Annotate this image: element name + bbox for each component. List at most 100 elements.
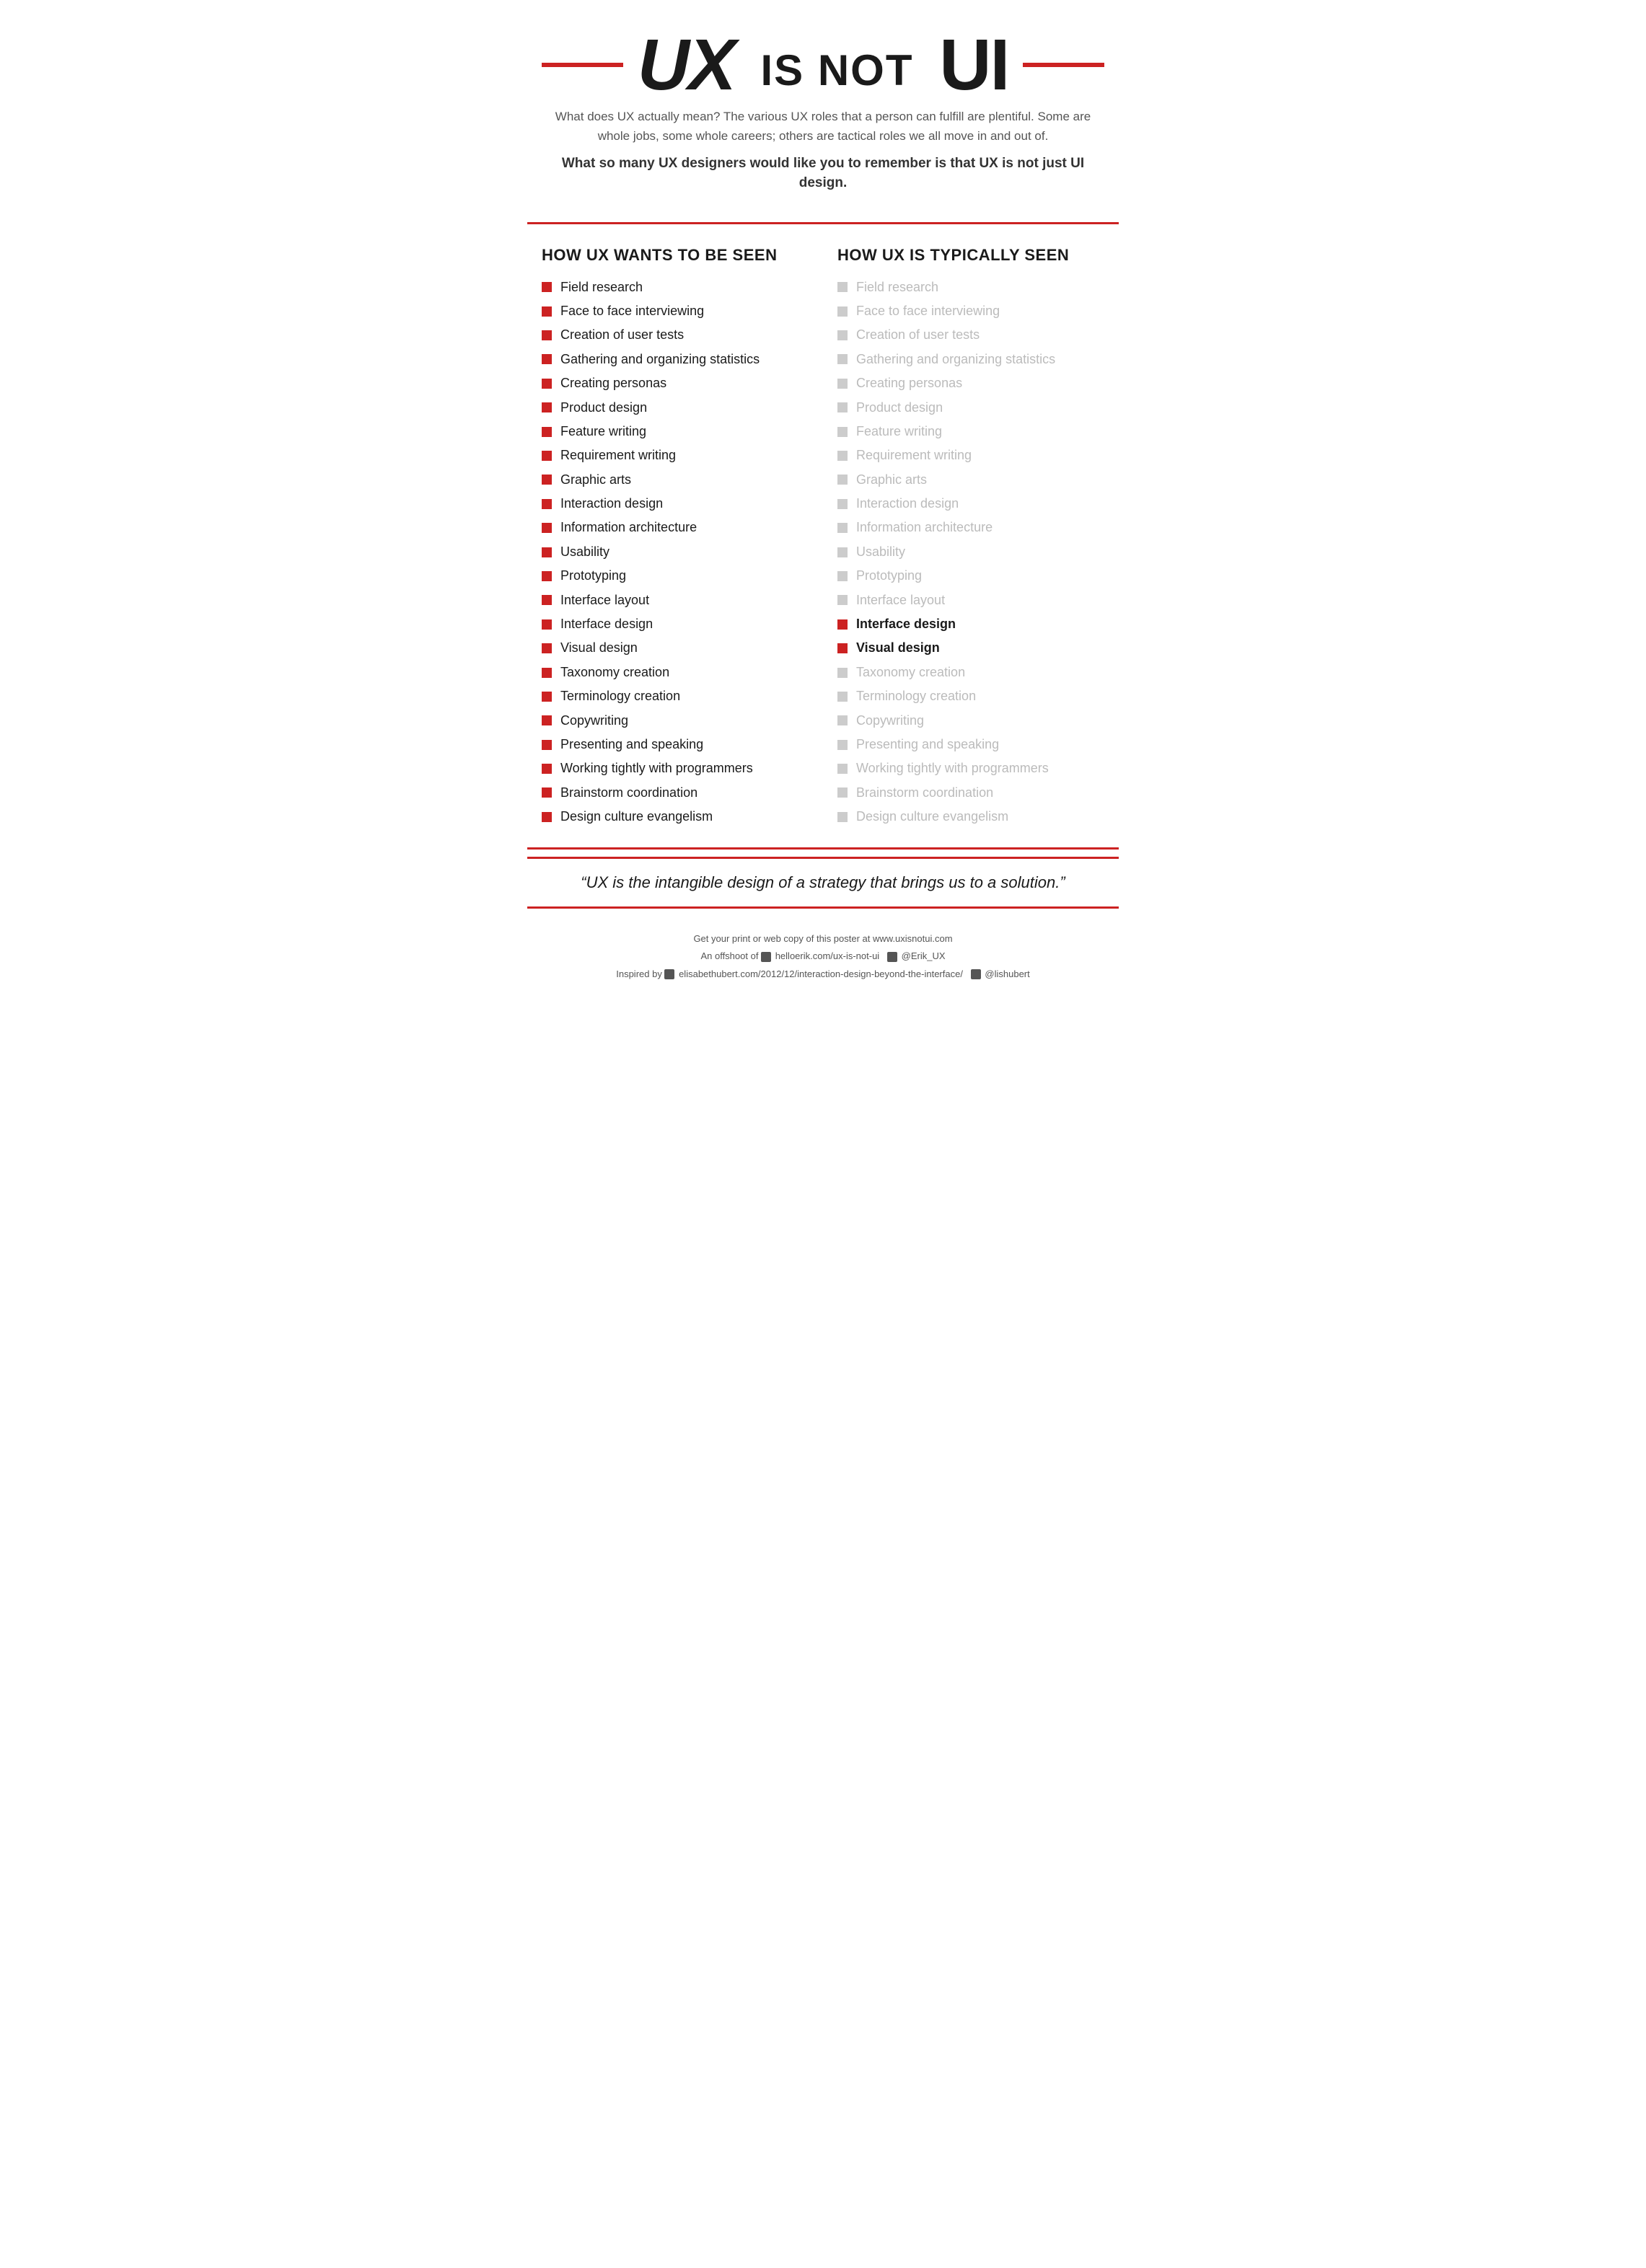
right-bullet-13 bbox=[837, 595, 848, 605]
right-list: Field research Face to face interviewing… bbox=[837, 279, 1104, 826]
left-item-text-17: Terminology creation bbox=[560, 688, 680, 705]
footer-elisabet-icon bbox=[664, 969, 674, 979]
right-list-item: Field research bbox=[837, 279, 1104, 296]
right-bullet-18 bbox=[837, 715, 848, 725]
right-bullet-21 bbox=[837, 787, 848, 798]
quote-section: “UX is the intangible design of a strate… bbox=[527, 857, 1119, 909]
right-item-text-13: Interface layout bbox=[856, 592, 945, 609]
footer-helloerik-icon bbox=[761, 952, 771, 962]
title-ui: UI bbox=[939, 25, 1008, 105]
footer-line3: Inspired by elisabethubert.com/2012/12/i… bbox=[527, 966, 1119, 984]
right-list-item: Taxonomy creation bbox=[837, 664, 1104, 681]
bullet-red-4 bbox=[542, 379, 552, 389]
right-bullet-6 bbox=[837, 427, 848, 437]
right-item-text-3: Gathering and organizing statistics bbox=[856, 351, 1055, 368]
left-column: HOW UX WANTS TO BE SEEN Field research F… bbox=[527, 246, 823, 833]
bullet-red-13 bbox=[542, 595, 552, 605]
right-list-item: Creating personas bbox=[837, 375, 1104, 392]
right-list-item: Feature writing bbox=[837, 423, 1104, 440]
right-bullet-4 bbox=[837, 379, 848, 389]
right-list-item: Copywriting bbox=[837, 712, 1104, 729]
left-list-item: Interface design bbox=[542, 616, 809, 632]
right-list-item: Visual design bbox=[837, 640, 1104, 656]
right-list-item: Product design bbox=[837, 400, 1104, 416]
right-list-item: Terminology creation bbox=[837, 688, 1104, 705]
right-list-item: Information architecture bbox=[837, 519, 1104, 536]
right-list-item: Presenting and speaking bbox=[837, 736, 1104, 753]
left-item-text-6: Feature writing bbox=[560, 423, 646, 440]
left-item-text-18: Copywriting bbox=[560, 712, 628, 729]
footer-twitter1-icon bbox=[887, 952, 897, 962]
left-list-item: Taxonomy creation bbox=[542, 664, 809, 681]
footer-link3: elisabethubert.com/2012/12/interaction-d… bbox=[679, 968, 963, 979]
left-list-item: Design culture evangelism bbox=[542, 808, 809, 825]
right-bullet-3 bbox=[837, 354, 848, 364]
right-bullet-8 bbox=[837, 475, 848, 485]
title-line: UX IS NOT UI bbox=[542, 29, 1104, 101]
right-item-text-12: Prototyping bbox=[856, 568, 922, 584]
footer-twitter2-icon bbox=[971, 969, 981, 979]
left-item-text-7: Requirement writing bbox=[560, 447, 676, 464]
right-item-text-18: Copywriting bbox=[856, 712, 924, 729]
right-list-item: Creation of user tests bbox=[837, 327, 1104, 343]
left-item-text-11: Usability bbox=[560, 544, 609, 560]
right-item-text-22: Design culture evangelism bbox=[856, 808, 1008, 825]
left-column-header: HOW UX WANTS TO BE SEEN bbox=[542, 246, 809, 265]
right-item-text-21: Brainstorm coordination bbox=[856, 785, 993, 801]
right-item-text-0: Field research bbox=[856, 279, 938, 296]
bullet-red-17 bbox=[542, 692, 552, 702]
bullet-red-21 bbox=[542, 787, 552, 798]
left-item-text-5: Product design bbox=[560, 400, 647, 416]
left-list-item: Creation of user tests bbox=[542, 327, 809, 343]
bullet-red-15 bbox=[542, 643, 552, 653]
right-item-text-1: Face to face interviewing bbox=[856, 303, 1000, 319]
left-list-item: Terminology creation bbox=[542, 688, 809, 705]
right-item-text-6: Feature writing bbox=[856, 423, 942, 440]
left-list-item: Gathering and organizing statistics bbox=[542, 351, 809, 368]
bullet-red-5 bbox=[542, 402, 552, 412]
main-title: UX IS NOT UI bbox=[638, 29, 1009, 101]
title-ux: UX bbox=[638, 25, 735, 105]
bullet-red-14 bbox=[542, 619, 552, 630]
left-item-text-13: Interface layout bbox=[560, 592, 649, 609]
left-list-item: Copywriting bbox=[542, 712, 809, 729]
right-column: HOW UX IS TYPICALLY SEEN Field research … bbox=[823, 246, 1119, 833]
right-list-item: Working tightly with programmers bbox=[837, 760, 1104, 777]
left-list-item: Graphic arts bbox=[542, 472, 809, 488]
left-list-item: Face to face interviewing bbox=[542, 303, 809, 319]
left-item-text-10: Information architecture bbox=[560, 519, 697, 536]
bullet-red-18 bbox=[542, 715, 552, 725]
right-list-item: Graphic arts bbox=[837, 472, 1104, 488]
left-item-text-22: Design culture evangelism bbox=[560, 808, 713, 825]
left-list-item: Prototyping bbox=[542, 568, 809, 584]
bullet-red-12 bbox=[542, 571, 552, 581]
right-item-text-16: Taxonomy creation bbox=[856, 664, 965, 681]
right-item-text-4: Creating personas bbox=[856, 375, 962, 392]
subtitle-bold: What so many UX designers would like you… bbox=[542, 154, 1104, 193]
bullet-red-1 bbox=[542, 306, 552, 317]
bullet-red-9 bbox=[542, 499, 552, 509]
right-item-text-19: Presenting and speaking bbox=[856, 736, 999, 753]
right-item-text-17: Terminology creation bbox=[856, 688, 976, 705]
left-list-item: Presenting and speaking bbox=[542, 736, 809, 753]
right-bullet-1 bbox=[837, 306, 848, 317]
left-list-item: Brainstorm coordination bbox=[542, 785, 809, 801]
right-bullet-12 bbox=[837, 571, 848, 581]
footer-line3-prefix: Inspired by bbox=[616, 968, 662, 979]
left-item-text-3: Gathering and organizing statistics bbox=[560, 351, 760, 368]
left-item-text-15: Visual design bbox=[560, 640, 638, 656]
footer-line2-prefix: An offshoot of bbox=[700, 950, 758, 961]
left-item-text-0: Field research bbox=[560, 279, 643, 296]
left-list-item: Working tightly with programmers bbox=[542, 760, 809, 777]
header: UX IS NOT UI What does UX actually mean?… bbox=[498, 0, 1148, 222]
left-list-item: Usability bbox=[542, 544, 809, 560]
left-item-text-1: Face to face interviewing bbox=[560, 303, 704, 319]
bullet-red-10 bbox=[542, 523, 552, 533]
left-list-item: Requirement writing bbox=[542, 447, 809, 464]
red-line-left bbox=[542, 63, 623, 67]
subtitle-description: What does UX actually mean? The various … bbox=[542, 107, 1104, 146]
left-item-text-19: Presenting and speaking bbox=[560, 736, 703, 753]
left-item-text-8: Graphic arts bbox=[560, 472, 631, 488]
right-list-item: Interaction design bbox=[837, 495, 1104, 512]
left-list-item: Information architecture bbox=[542, 519, 809, 536]
